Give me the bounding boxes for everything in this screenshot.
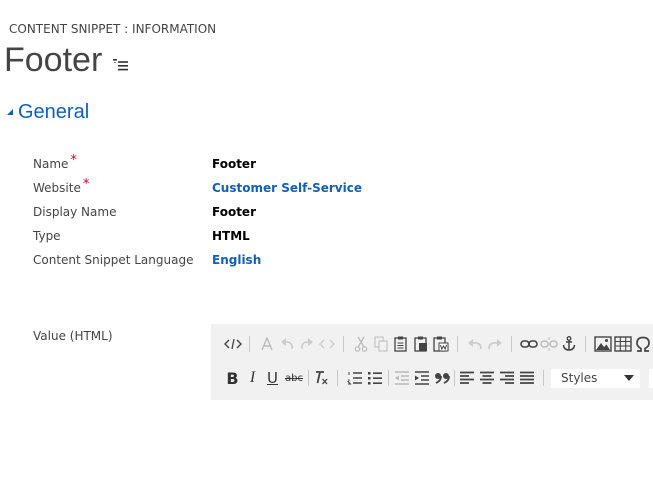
editor-toolbar-row-1 [223,332,653,356]
redo-format-icon[interactable] [297,334,316,354]
anchor-icon[interactable] [559,334,578,354]
bulleted-list-icon[interactable] [365,368,384,388]
strikethrough-icon[interactable]: abc [283,368,305,388]
field-value-type[interactable]: HTML [212,227,250,245]
field-value-name[interactable]: Footer [212,155,256,173]
toolbar-separator [388,370,389,386]
required-marker: * [70,153,77,168]
table-icon[interactable] [613,334,632,354]
copy-icon[interactable] [371,334,390,354]
toolbar-separator [343,336,344,352]
redo-icon[interactable] [485,334,504,354]
field-label-name: Name * [33,153,77,171]
field-label-language: Content Snippet Language [33,253,194,267]
format-dropdown-partial[interactable] [649,368,653,388]
html-editor[interactable]: B I U abc Styles [211,324,653,400]
image-icon[interactable] [593,334,612,354]
collapse-triangle-icon[interactable] [5,107,15,117]
field-value-website-link[interactable]: Customer Self-Service [212,179,362,197]
undo-icon[interactable] [465,334,484,354]
field-value-language-link[interactable]: English [212,251,261,269]
insert-text-icon[interactable] [257,334,276,354]
undo-format-icon[interactable] [277,334,296,354]
styles-dropdown-value: Styles [561,371,598,385]
underline-icon[interactable]: U [263,368,282,388]
justify-icon[interactable] [517,368,536,388]
section-title: General [18,100,90,123]
content-snippet-form: CONTENT SNIPPET : INFORMATION Footer Gen… [0,0,653,504]
toolbar-separator [585,336,586,352]
field-row-type: Type HTML [33,227,633,247]
paste-icon[interactable] [391,334,410,354]
field-label-website: Website * [33,177,90,195]
section-header-general[interactable]: General [5,98,89,126]
styles-dropdown[interactable]: Styles [551,368,640,388]
field-label-display-name: Display Name [33,205,117,219]
entity-type-label: CONTENT SNIPPET : INFORMATION [9,22,217,36]
increase-indent-icon[interactable] [412,368,431,388]
decrease-indent-icon[interactable] [392,368,411,388]
toolbar-separator [308,370,309,386]
italic-icon[interactable]: I [243,368,262,388]
align-center-icon[interactable] [477,368,496,388]
align-left-icon[interactable] [457,368,476,388]
required-marker: * [82,177,90,192]
special-character-icon[interactable] [633,334,652,354]
cut-icon[interactable] [351,334,370,354]
field-row-language: Content Snippet Language English [33,251,633,271]
toolbar-separator [457,336,458,352]
bold-icon[interactable]: B [223,368,242,388]
field-label-type: Type [33,229,61,243]
chevron-down-icon [624,375,634,381]
field-row-website: Website * Customer Self-Service [33,177,633,199]
toolbar-separator [511,336,512,352]
toolbar-separator [454,370,455,386]
field-value-display-name[interactable]: Footer [212,203,256,221]
toolbar-separator [249,336,250,352]
paste-word-icon[interactable] [431,334,450,354]
numbered-list-icon[interactable] [345,368,364,388]
paste-text-icon[interactable] [411,334,430,354]
record-title: Footer [4,41,103,79]
editor-toolbar-row-2: B I U abc Styles [223,366,653,390]
toolbar-separator [543,370,544,386]
remove-format-icon[interactable] [311,368,330,388]
form-selector-menu-icon[interactable] [112,57,130,71]
field-label-value-html: Value (HTML) [33,329,113,343]
blockquote-icon[interactable] [432,368,451,388]
align-right-icon[interactable] [497,368,516,388]
field-row-display-name: Display Name Footer [33,203,633,223]
code-tag-icon[interactable] [317,334,336,354]
toolbar-separator [337,370,338,386]
source-code-icon[interactable] [223,334,242,354]
field-row-name: Name * Footer [33,153,633,175]
unlink-icon[interactable] [539,334,558,354]
link-icon[interactable] [519,334,538,354]
